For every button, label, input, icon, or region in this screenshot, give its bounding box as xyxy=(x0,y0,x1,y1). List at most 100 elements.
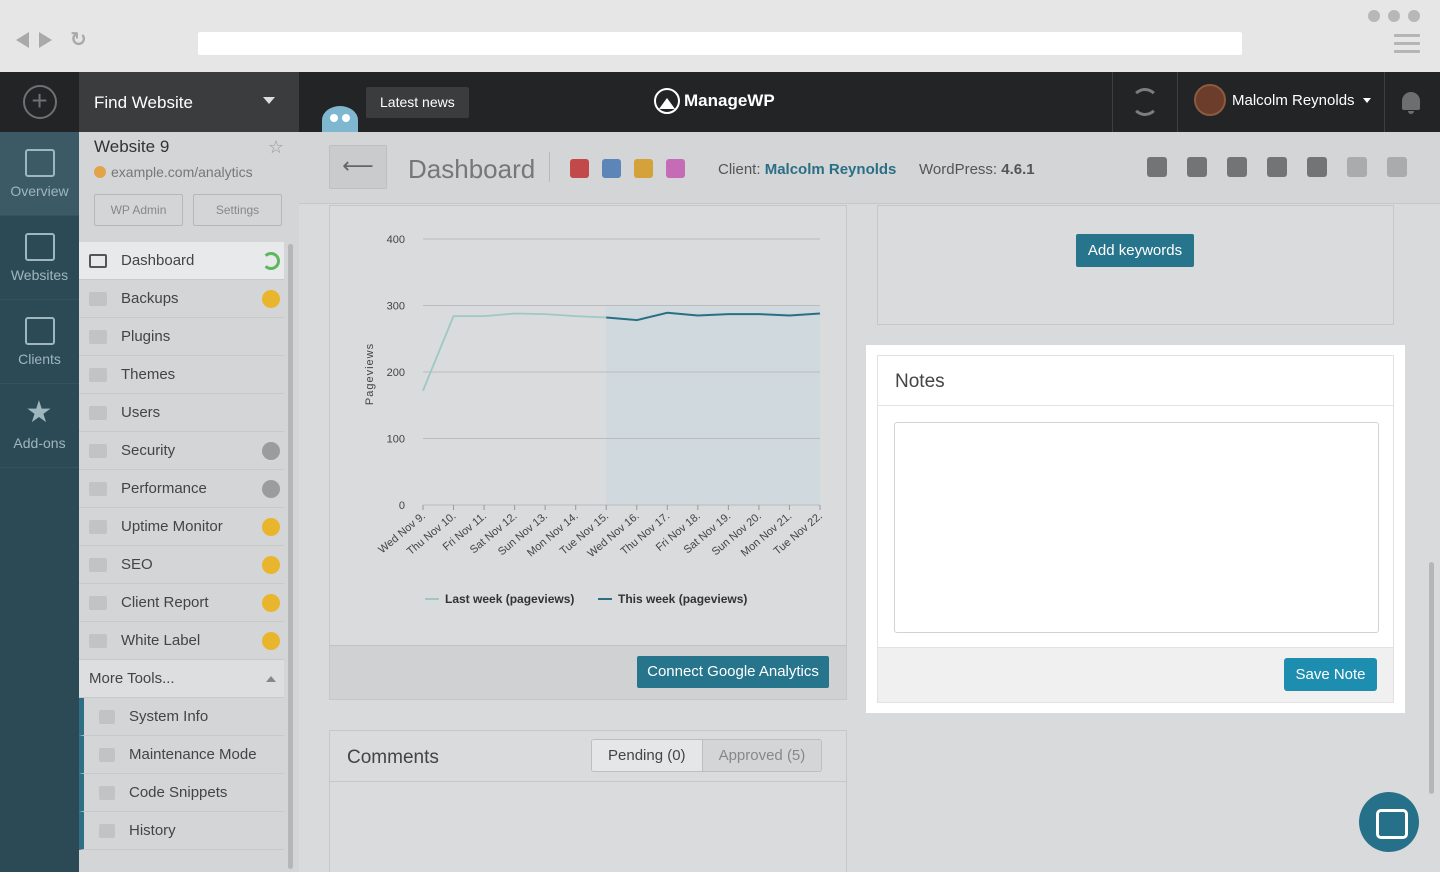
shield-icon[interactable] xyxy=(1347,157,1367,177)
plugin-icon xyxy=(89,329,107,344)
menu-item-history[interactable]: History xyxy=(79,812,284,850)
megaphone-icon[interactable] xyxy=(1227,157,1247,177)
gear-icon[interactable] xyxy=(262,518,280,536)
save-note-button[interactable]: Save Note xyxy=(1284,658,1377,691)
settings-button[interactable]: Settings xyxy=(193,194,282,226)
rail-websites[interactable]: Websites xyxy=(0,216,79,300)
client-link[interactable]: Malcolm Reynolds xyxy=(765,161,897,178)
y-tick-label: 300 xyxy=(387,301,405,313)
menu-item-uptime-monitor[interactable]: Uptime Monitor xyxy=(79,508,284,546)
websites-icon xyxy=(24,232,55,261)
menu-label: Client Report xyxy=(121,594,209,611)
tab-approved[interactable]: Approved (5) xyxy=(701,740,822,771)
this-week-shade xyxy=(606,305,820,505)
find-website-dropdown[interactable]: Find Website xyxy=(79,72,299,132)
more-tools-label: More Tools... xyxy=(89,670,175,687)
gear-icon[interactable] xyxy=(262,442,280,460)
menu-label: Plugins xyxy=(121,328,171,345)
add-keywords-button[interactable]: Add keywords xyxy=(1076,234,1194,267)
menu-label: Security xyxy=(121,442,176,459)
menu-item-performance[interactable]: Performance xyxy=(79,470,284,508)
color-tag-blue[interactable] xyxy=(602,159,621,178)
app: + Overview Websites Clients Add-ons Find… xyxy=(0,72,1440,872)
website-menu: Dashboard Backups Plugins Themes Users S… xyxy=(79,242,284,850)
gauge-icon xyxy=(89,481,107,496)
gear-icon[interactable] xyxy=(262,480,280,498)
comments-title: Comments xyxy=(347,747,439,768)
gear-icon[interactable] xyxy=(262,290,280,308)
refresh-icon[interactable] xyxy=(262,252,280,270)
avatar xyxy=(1194,84,1226,116)
rail-label: Overview xyxy=(10,182,69,199)
gear-icon[interactable] xyxy=(262,556,280,574)
rail-addons[interactable]: Add-ons xyxy=(0,384,79,468)
y-axis-label: Pageviews xyxy=(364,343,376,405)
menu-label: SEO xyxy=(121,556,153,573)
divider xyxy=(1177,72,1178,132)
site-name: Website 9 xyxy=(94,137,170,156)
notes-title: Notes xyxy=(895,371,945,392)
globe-icon xyxy=(94,166,106,178)
clock-icon xyxy=(99,823,115,838)
menu-item-users[interactable]: Users xyxy=(79,394,284,432)
user-name: Malcolm Reynolds xyxy=(1232,91,1355,109)
megaphone-icon xyxy=(89,557,107,572)
notes-textarea[interactable] xyxy=(894,422,1379,633)
sidebar-scrollbar[interactable] xyxy=(288,244,293,869)
menu-item-system-info[interactable]: System Info xyxy=(79,698,284,736)
logo[interactable]: ManageWP xyxy=(654,88,775,114)
menu-item-code-snippets[interactable]: Code Snippets xyxy=(79,774,284,812)
site-url[interactable]: example.com/analytics xyxy=(111,164,253,180)
analytics-icon[interactable] xyxy=(1307,157,1327,177)
logo-text: ManageWP xyxy=(684,91,775,110)
menu-item-seo[interactable]: SEO xyxy=(79,546,284,584)
gauge-icon[interactable] xyxy=(1387,157,1407,177)
clients-icon xyxy=(24,316,55,345)
menu-item-white-label[interactable]: White Label xyxy=(79,622,284,660)
more-tools-toggle[interactable]: More Tools... xyxy=(79,660,284,698)
reload-icon[interactable]: ↻ xyxy=(70,30,87,50)
chart-icon xyxy=(89,595,107,610)
y-tick-label: 200 xyxy=(387,367,405,379)
address-bar[interactable] xyxy=(198,32,1242,55)
connect-google-analytics-button[interactable]: Connect Google Analytics xyxy=(637,656,829,688)
menu-item-maintenance-mode[interactable]: Maintenance Mode xyxy=(79,736,284,774)
user-menu[interactable]: Malcolm Reynolds xyxy=(1194,84,1371,116)
latest-news-button[interactable]: Latest news xyxy=(366,87,469,118)
menu-item-client-report[interactable]: Client Report xyxy=(79,584,284,622)
backup-icon[interactable] xyxy=(1147,157,1167,177)
notes-panel: Notes Save Note xyxy=(877,355,1394,703)
gear-icon[interactable] xyxy=(262,632,280,650)
content-scrollbar[interactable] xyxy=(1429,562,1434,794)
tab-pending[interactable]: Pending (0) xyxy=(592,740,702,771)
rail-overview[interactable]: Overview xyxy=(0,132,79,216)
sync-icon[interactable] xyxy=(1131,88,1159,116)
upload-icon[interactable] xyxy=(1187,157,1207,177)
server-icon xyxy=(99,709,115,724)
color-tag-orange[interactable] xyxy=(634,159,653,178)
window-dots xyxy=(1368,10,1420,22)
add-website-button[interactable]: + xyxy=(0,72,79,132)
tag-icon[interactable] xyxy=(1267,157,1287,177)
forward-arrow-icon[interactable] xyxy=(39,32,52,48)
bell-icon[interactable] xyxy=(1402,92,1420,114)
menu-item-backups[interactable]: Backups xyxy=(79,280,284,318)
menu-label: White Label xyxy=(121,632,201,649)
menu-item-themes[interactable]: Themes xyxy=(79,356,284,394)
code-icon xyxy=(99,785,115,800)
rail-clients[interactable]: Clients xyxy=(0,300,79,384)
menu-item-dashboard[interactable]: Dashboard xyxy=(79,242,284,280)
divider xyxy=(1112,72,1113,132)
browser-menu-icon[interactable] xyxy=(1394,34,1420,58)
chat-icon[interactable] xyxy=(1359,792,1419,852)
menu-item-security[interactable]: Security xyxy=(79,432,284,470)
favorite-star-icon[interactable]: ☆ xyxy=(268,137,284,158)
color-tag-red[interactable] xyxy=(570,159,589,178)
gear-icon[interactable] xyxy=(262,594,280,612)
back-arrow-icon[interactable] xyxy=(16,32,29,48)
color-tag-pink[interactable] xyxy=(666,159,685,178)
menu-label: Maintenance Mode xyxy=(129,746,257,763)
wp-admin-button[interactable]: WP Admin xyxy=(94,194,183,226)
menu-item-plugins[interactable]: Plugins xyxy=(79,318,284,356)
back-button[interactable]: ⟵ xyxy=(329,145,387,189)
